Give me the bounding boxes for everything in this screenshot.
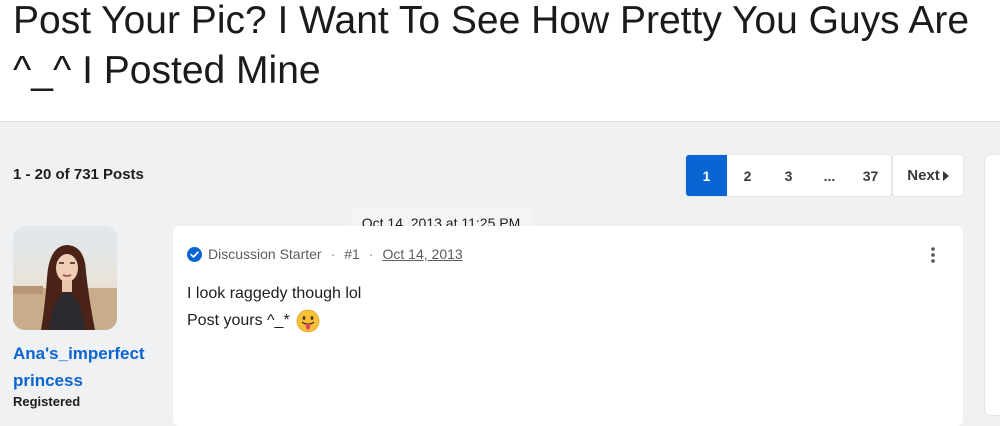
thread-header: Post Your Pic? I Want To See How Pretty … (0, 0, 1000, 122)
sidebar-panel (985, 155, 1000, 415)
post-card: Discussion Starter · #1 · Oct 14, 2013 I… (173, 226, 963, 426)
post-meta: Discussion Starter · #1 · Oct 14, 2013 (187, 246, 463, 262)
more-options-icon[interactable] (929, 246, 937, 264)
tongue-out-emoji-icon (296, 309, 320, 333)
separator-dot: · (330, 246, 336, 262)
avatar[interactable] (13, 226, 117, 330)
separator-dot: · (368, 246, 374, 262)
post-date-link[interactable]: Oct 14, 2013 (383, 246, 463, 262)
page-37-button[interactable]: 37 (850, 155, 891, 196)
page-2-button[interactable]: 2 (727, 155, 768, 196)
next-label: Next (907, 167, 940, 184)
verified-check-icon (187, 246, 202, 262)
page-ellipsis: ... (823, 167, 836, 184)
post-body-line: I look raggedy though lol (187, 285, 362, 302)
next-page-button[interactable]: Next (893, 155, 963, 196)
caret-right-icon (942, 170, 949, 181)
thread-title: Post Your Pic? I Want To See How Pretty … (13, 0, 970, 92)
post-body-line-with-emoji: Post yours ^_* (187, 309, 320, 333)
post-number: #1 (344, 246, 360, 262)
page-3-button[interactable]: 3 (768, 155, 809, 196)
post-body-text: Post yours ^_* (187, 312, 290, 329)
post-author-username[interactable]: Ana's_imperfect princess (13, 340, 173, 394)
discussion-starter-badge: Discussion Starter (208, 246, 322, 262)
post-count: 1 - 20 of 731 Posts (13, 166, 144, 183)
pagination: 1 2 3 ... 37 (686, 155, 891, 196)
user-status: Registered (13, 394, 81, 409)
page-1-button[interactable]: 1 (686, 155, 727, 196)
